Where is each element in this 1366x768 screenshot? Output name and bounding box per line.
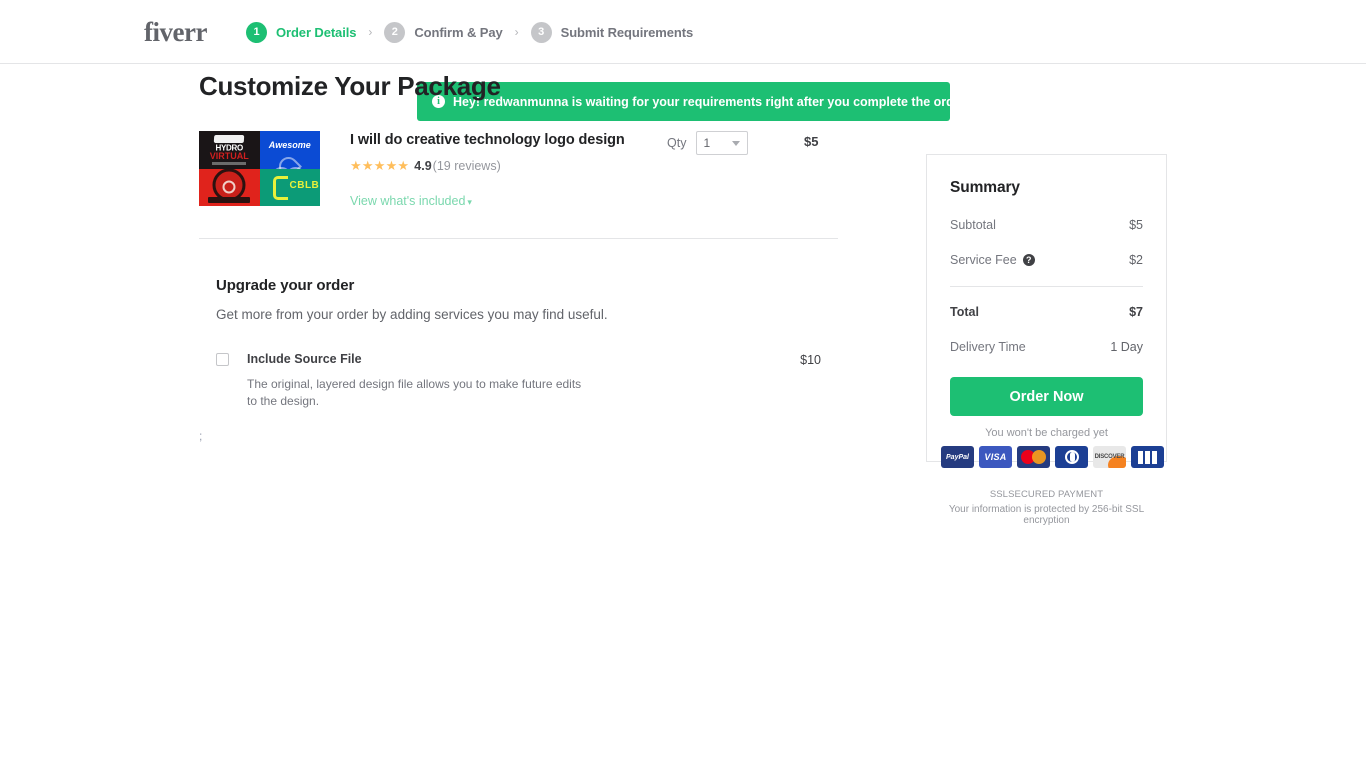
thumbnail-bar-shape bbox=[208, 197, 251, 203]
delivery-time-value: 1 Day bbox=[1110, 340, 1143, 354]
ach-bars-shape bbox=[1138, 450, 1157, 464]
mastercard-icon bbox=[1017, 446, 1050, 468]
thumbnail-quadrant-3 bbox=[199, 168, 260, 206]
thumbnail-quadrant-4: CBLB bbox=[259, 168, 320, 206]
thumbnail-dial-shape bbox=[222, 180, 236, 193]
thumbnail-quadrant-2: Awesome bbox=[259, 131, 320, 169]
gig-rating-row: ★★★★★ 4.9 (19 reviews) bbox=[350, 158, 625, 174]
upgrade-section-title: Upgrade your order bbox=[216, 277, 355, 294]
gig-title[interactable]: I will do creative technology logo desig… bbox=[350, 131, 625, 149]
diners-club-icon bbox=[1055, 446, 1088, 468]
view-whats-included-label: View what's included bbox=[350, 194, 466, 208]
step-3-number: 3 bbox=[530, 21, 552, 43]
mastercard-circle-orange bbox=[1032, 450, 1046, 464]
step-2-label: Confirm & Pay bbox=[414, 24, 503, 40]
paypal-label: PayPal bbox=[946, 453, 969, 461]
step-submit-requirements[interactable]: 3 Submit Requirements bbox=[530, 21, 694, 43]
step-separator-2-icon: › bbox=[514, 25, 519, 39]
summary-row-delivery-time: Delivery Time 1 Day bbox=[950, 340, 1143, 354]
quantity-select[interactable]: 1 bbox=[696, 131, 749, 155]
summary-row-service-fee: Service Fee ? $2 bbox=[950, 253, 1143, 267]
fiverr-logo[interactable]: fiverr bbox=[144, 17, 207, 47]
subtotal-value: $5 bbox=[1129, 218, 1143, 232]
step-1-label: Order Details bbox=[276, 24, 357, 40]
thumbnail-stripe-shape bbox=[212, 161, 247, 165]
summary-title: Summary bbox=[950, 179, 1020, 196]
total-value: $7 bbox=[1129, 305, 1143, 319]
subtotal-label: Subtotal bbox=[950, 218, 996, 232]
discover-label: DISCOVER bbox=[1094, 454, 1125, 460]
ssl-subtitle: Your information is protected by 256-bit… bbox=[948, 504, 1145, 526]
ssl-security-note: SSLSECURED PAYMENT Your information is p… bbox=[926, 489, 1167, 526]
extra-item-description: The original, layered design file allows… bbox=[247, 377, 582, 408]
step-order-details[interactable]: 1 Order Details bbox=[246, 21, 357, 43]
top-navigation-bar: fiverr 1 Order Details › 2 Confirm & Pay… bbox=[0, 0, 1366, 64]
help-icon[interactable]: ? bbox=[1022, 254, 1035, 266]
step-separator-1-icon: › bbox=[368, 25, 373, 39]
thumbnail-q1-text2: VIRTUAL bbox=[209, 150, 249, 161]
ssl-title: SSLSECURED PAYMENT bbox=[989, 489, 1104, 500]
diners-ring-shape bbox=[1064, 450, 1079, 464]
extra-item-name: Include Source File bbox=[247, 352, 362, 366]
step-1-number: 1 bbox=[246, 21, 267, 43]
extra-item-header: Include Source File bbox=[216, 352, 838, 366]
service-fee-label: Service Fee ? bbox=[950, 253, 1035, 267]
summary-row-total: Total $7 bbox=[950, 305, 1143, 319]
gig-info: I will do creative technology logo desig… bbox=[350, 131, 625, 174]
thumbnail-c-letter-shape bbox=[272, 175, 288, 200]
extra-item-row: Include Source File $10 The original, la… bbox=[216, 352, 838, 410]
gig-thumbnail[interactable]: HYDRO VIRTUAL Awesome CBLB bbox=[199, 131, 320, 206]
section-divider bbox=[199, 238, 838, 239]
summary-row-subtotal: Subtotal $5 bbox=[950, 218, 1143, 232]
thumbnail-q2-text: Awesome bbox=[268, 139, 311, 150]
page-title: Customize Your Package bbox=[199, 71, 501, 101]
chevron-down-icon bbox=[732, 141, 741, 146]
step-2-number: 2 bbox=[384, 21, 406, 43]
include-source-file-checkbox[interactable] bbox=[216, 352, 229, 366]
thumbnail-quadrant-1: HYDRO VIRTUAL bbox=[199, 131, 260, 169]
discover-icon: DISCOVER bbox=[1093, 446, 1126, 468]
thumbnail-petal-icon bbox=[274, 153, 302, 169]
ach-icon bbox=[1131, 446, 1164, 468]
paypal-icon: PayPal bbox=[941, 446, 974, 468]
checkout-step-indicator: 1 Order Details › 2 Confirm & Pay › 3 Su… bbox=[246, 21, 693, 43]
thumbnail-roof-shape bbox=[213, 135, 245, 144]
visa-label: VISA bbox=[984, 452, 1007, 462]
chevron-down-icon: ▾ bbox=[467, 197, 472, 207]
star-rating-icon: ★★★★★ bbox=[350, 158, 410, 173]
gig-summary-row: HYDRO VIRTUAL Awesome CBLB I will do cre… bbox=[199, 131, 838, 208]
main-content-column: Customize Your Package HYDRO VIRTUAL Awe… bbox=[199, 71, 838, 443]
gig-price: $5 bbox=[804, 134, 819, 149]
stray-text-artifact: ; bbox=[199, 429, 203, 443]
upgrade-section: Upgrade your order Get more from your or… bbox=[199, 277, 838, 443]
view-whats-included-link[interactable]: View what's included ▾ bbox=[350, 194, 472, 208]
rating-count: (19 reviews) bbox=[432, 159, 501, 173]
step-3-label: Submit Requirements bbox=[560, 24, 694, 40]
upgrade-section-subtitle: Get more from your order by adding servi… bbox=[216, 307, 608, 322]
order-now-button[interactable]: Order Now bbox=[950, 377, 1143, 416]
thumbnail-q4-text: CBLB bbox=[289, 179, 320, 191]
quantity-value: 1 bbox=[703, 136, 711, 150]
quantity-label: Qty bbox=[667, 136, 687, 150]
service-fee-value: $2 bbox=[1129, 253, 1143, 267]
visa-icon: VISA bbox=[979, 446, 1012, 468]
no-charge-note: You won't be charged yet bbox=[985, 427, 1108, 439]
extra-item-price: $10 bbox=[800, 353, 821, 367]
total-label: Total bbox=[950, 305, 979, 319]
service-fee-text: Service Fee bbox=[950, 253, 1017, 267]
banner-dismiss-link[interactable]: Ok, got it bbox=[966, 81, 986, 123]
summary-divider bbox=[950, 286, 1143, 287]
step-confirm-and-pay[interactable]: 2 Confirm & Pay bbox=[384, 21, 503, 43]
rating-value: 4.9 bbox=[414, 159, 432, 173]
payment-methods: PayPal VISA DISCOVER bbox=[941, 446, 1164, 468]
order-summary-card: Summary Subtotal $5 Service Fee ? $2 Tot… bbox=[926, 154, 1167, 462]
quantity-control: Qty 1 bbox=[667, 131, 749, 155]
delivery-time-label: Delivery Time bbox=[950, 340, 1026, 354]
